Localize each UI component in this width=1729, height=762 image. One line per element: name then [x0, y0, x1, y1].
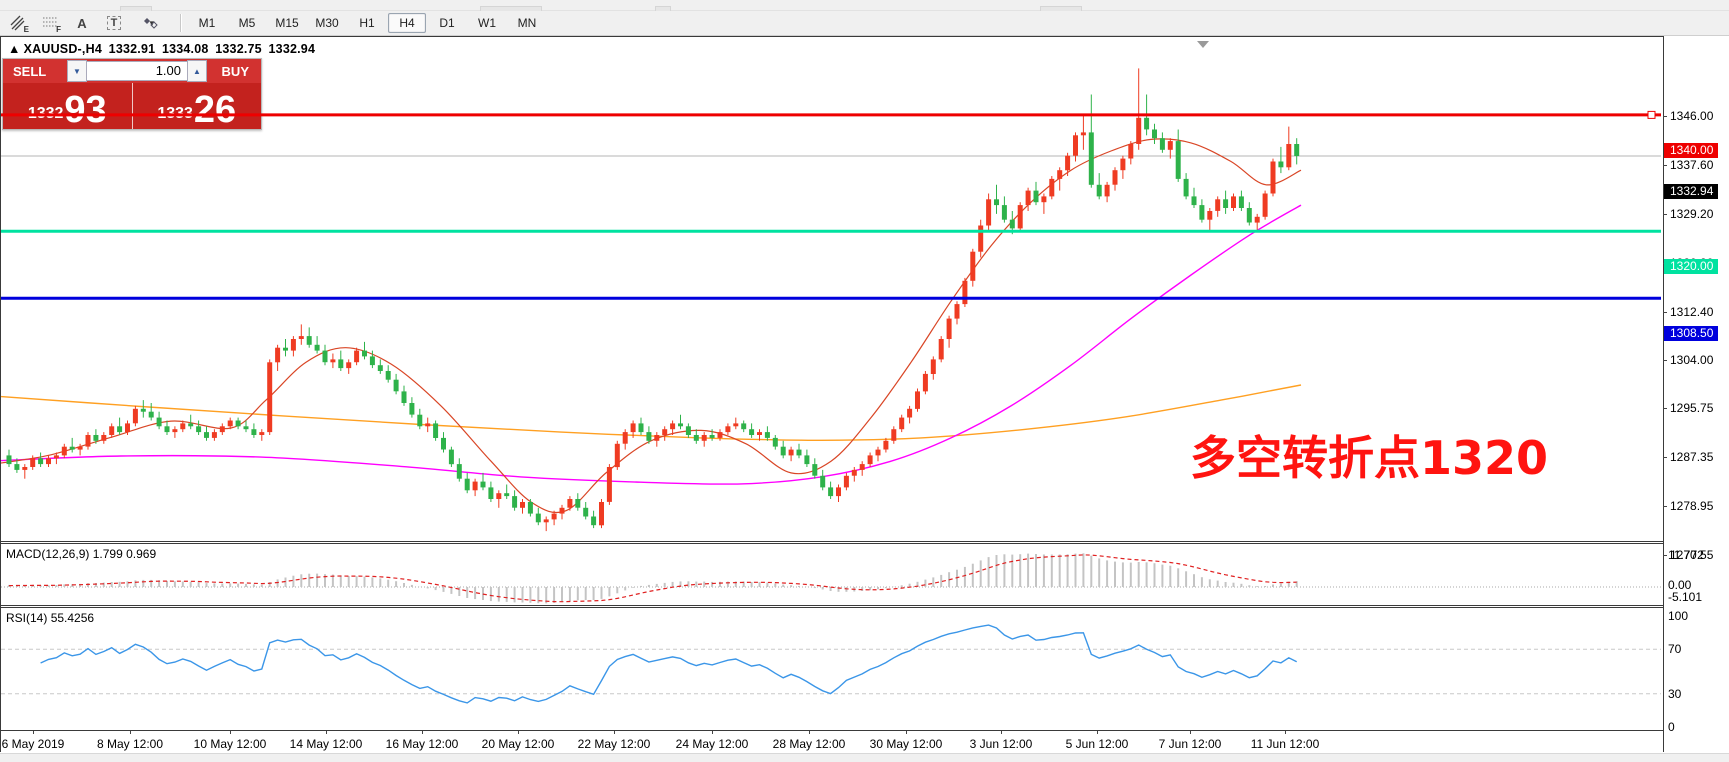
time-tick-label: 20 May 12:00 [482, 737, 555, 751]
timeframe-button-MN[interactable]: MN [508, 13, 546, 33]
price-badge-1320.00: 1320.00 [1664, 259, 1718, 274]
rsi-axis-label: 70 [1668, 643, 1681, 656]
rsi-axis-label: 0 [1668, 721, 1675, 734]
time-tick-mark [422, 731, 423, 734]
time-tick-mark [712, 731, 713, 734]
time-tick-mark [130, 731, 131, 734]
rsi-line [41, 625, 1297, 703]
time-tick-mark [518, 731, 519, 734]
chart-window[interactable]: ▲XAUUSD-,H4 1332.91 1334.08 1332.75 1332… [0, 36, 1729, 753]
panel-border [0, 605, 1664, 606]
price-tick-label: 1329.20 [1670, 208, 1713, 221]
timeframe-button-W1[interactable]: W1 [468, 13, 506, 33]
time-tick-label: 22 May 12:00 [578, 737, 651, 751]
time-tick-label: 10 May 12:00 [194, 737, 267, 751]
price-chart-canvas[interactable]: 多空转折点1320 [1, 37, 1663, 541]
rsi-axis-label: 100 [1668, 610, 1688, 623]
price-badge-1308.50: 1308.50 [1664, 326, 1718, 341]
timeframe-button-H4[interactable]: H4 [388, 13, 426, 33]
upper-toolbar-remnant [0, 0, 1729, 11]
text-icon-glyph: A [77, 16, 86, 31]
text-icon[interactable]: A [68, 12, 96, 34]
price-tick-label: 1295.75 [1670, 402, 1713, 415]
panel-border [0, 730, 1664, 731]
time-tick-label: 14 May 12:00 [290, 737, 363, 751]
price-badge-1340.00: 1340.00 [1664, 143, 1718, 158]
toolbar: E F A T ▼ M1M5M15M30H1H4D1W1MN [0, 11, 1729, 36]
macd-panel-canvas[interactable] [1, 544, 1663, 605]
timeframe-button-D1[interactable]: D1 [428, 13, 466, 33]
macd-histogram [9, 553, 1297, 603]
time-tick-mark [230, 731, 231, 734]
time-tick-label: 30 May 12:00 [870, 737, 943, 751]
timeframe-button-M1[interactable]: M1 [188, 13, 226, 33]
chart-shift-marker-icon[interactable] [1197, 41, 1209, 48]
time-tick-mark [809, 731, 810, 734]
time-tick-mark [326, 731, 327, 734]
time-tick-label: 6 May 2019 [2, 737, 65, 751]
price-badge-1332.94: 1332.94 [1664, 184, 1718, 199]
rsi-name: RSI(14) [6, 611, 47, 625]
price-tick-label: 1337.60 [1670, 159, 1713, 172]
ma-slow-line [1, 385, 1301, 440]
text-label-glyph: T [107, 16, 122, 30]
icon-subscript: E [24, 25, 29, 34]
timeframe-buttons: M1M5M15M30H1H4D1W1MN [187, 13, 547, 33]
rsi-caption: RSI(14) 55.4256 [6, 611, 94, 625]
price-tick-label: 1278.95 [1670, 500, 1713, 513]
time-tick-label: 7 Jun 12:00 [1159, 737, 1222, 751]
objects-arrows-icon[interactable]: ▼ [132, 12, 170, 34]
time-tick-mark [1190, 731, 1191, 734]
time-tick-label: 5 Jun 12:00 [1066, 737, 1129, 751]
rsi-panel-canvas[interactable] [1, 608, 1663, 730]
hline-handle[interactable] [1648, 111, 1655, 118]
time-tick-label: 11 Jun 12:00 [1251, 737, 1320, 751]
time-tick-mark [1097, 731, 1098, 734]
time-tick-mark [33, 731, 34, 734]
timeframe-button-M15[interactable]: M15 [268, 13, 306, 33]
price-tick-label: 1287.35 [1670, 451, 1713, 464]
timeframe-button-M5[interactable]: M5 [228, 13, 266, 33]
macd-signal-line [9, 555, 1297, 602]
icon-subscript: F [56, 25, 61, 34]
macd-values: 1.799 0.969 [93, 547, 156, 561]
timeframe-button-H1[interactable]: H1 [348, 13, 386, 33]
rsi-axis-label: 30 [1668, 688, 1681, 701]
line-studies-icon[interactable]: E [4, 12, 32, 34]
toolbar-separator [180, 14, 181, 32]
time-tick-mark [1285, 731, 1286, 734]
time-tick-label: 3 Jun 12:00 [970, 737, 1033, 751]
time-tick-label: 24 May 12:00 [676, 737, 749, 751]
time-tick-mark [614, 731, 615, 734]
fibonacci-icon[interactable]: F [36, 12, 64, 34]
ma-mid-line [1, 205, 1301, 484]
time-tick-mark [1001, 731, 1002, 734]
macd-axis-label: 11.772 [1668, 549, 1704, 562]
time-tick-label: 8 May 12:00 [97, 737, 163, 751]
price-tick-label: 1312.40 [1670, 306, 1713, 319]
time-tick-label: 16 May 12:00 [386, 737, 459, 751]
time-tick-mark [906, 731, 907, 734]
macd-axis-label: -5.101 [1668, 591, 1702, 604]
chart-annotation[interactable]: 多空转折点1320 [1190, 431, 1548, 485]
time-tick-label: 28 May 12:00 [773, 737, 846, 751]
price-tick-label: 1346.00 [1670, 110, 1713, 123]
rsi-value: 55.4256 [51, 611, 94, 625]
panel-border [0, 541, 1664, 542]
timeframe-button-M30[interactable]: M30 [308, 13, 346, 33]
text-label-icon[interactable]: T [100, 12, 128, 34]
macd-caption: MACD(12,26,9) 1.799 0.969 [6, 547, 156, 561]
price-tick-label: 1304.00 [1670, 354, 1713, 367]
macd-name: MACD(12,26,9) [6, 547, 89, 561]
